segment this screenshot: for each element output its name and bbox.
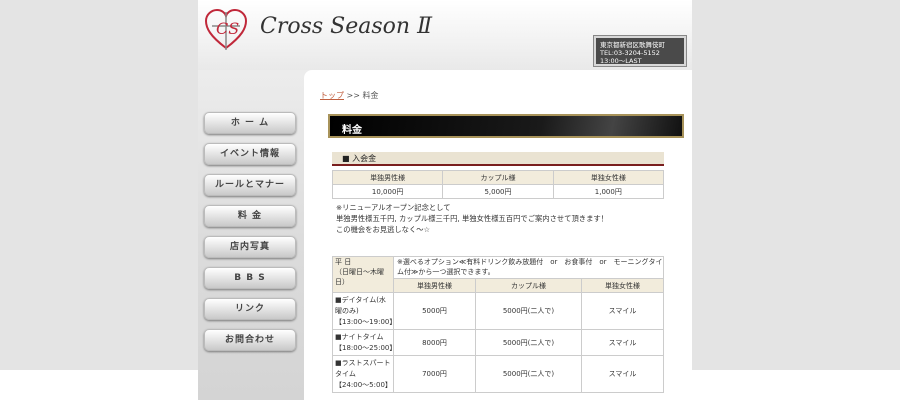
breadcrumb-current: 料金 (362, 91, 379, 100)
contact-address: 東京都新宿区歌舞伎町 (600, 41, 665, 49)
table-row: ■ラストスパート タイム 【24:00～5:00】 7000円 5000円(二人… (332, 355, 665, 393)
col-header-single-male: 単独男性様 (393, 278, 476, 293)
row-label-line: 【18:00～25:00】 (335, 343, 397, 352)
table-cell: 8000円 (393, 329, 476, 356)
table-row: 平 日 （日曜日～木曜 日） ※選べるオプション≪有料ドリンク飲み放題付 or … (332, 256, 664, 293)
site-title[interactable]: Cross Season Ⅱ (260, 14, 432, 39)
admission-heading: ■ 入会金 (332, 152, 664, 166)
row-label-last-spurt: ■ラストスパート タイム 【24:00～5:00】 (332, 355, 394, 393)
col-header-couple: カップル様 (474, 278, 582, 293)
table-cell: 1,000円 (552, 184, 665, 199)
table-cell: スマイル (580, 355, 665, 393)
logo-heart-icon[interactable]: CS (204, 8, 248, 52)
table-header-row: 単独男性様 カップル様 単独女性様 (331, 170, 665, 185)
note-line: この機会をお見逃しなく～☆ (336, 225, 431, 234)
weekday-label-line: 日） (335, 278, 349, 286)
table-cell: スマイル (580, 292, 665, 330)
table-row: ■デイタイム(水 曜のみ) 【13:00～19:00】 5000円 5000円(… (332, 292, 665, 330)
contact-tel: TEL:03-3204-5152 (600, 49, 660, 57)
breadcrumb-separator: >> (344, 91, 363, 100)
row-label-line: ■デイタイム(水 (335, 295, 386, 304)
nav-home-button[interactable]: ホ ー ム (204, 112, 296, 134)
table-cell: 5000円 (393, 292, 476, 330)
col-header-single-female: 単独女性様 (580, 278, 665, 293)
option-note-cell: ※選べるオプション≪有料ドリンク飲み放題付 or お食事付 or モーニングタイ… (393, 256, 664, 279)
logo-letters: CS (216, 19, 239, 38)
col-header-single-male: 単独男性様 (331, 170, 444, 185)
row-label-line: ■ナイトタイム (335, 332, 384, 341)
note-line: 単独男性様五千円, カップル様三千円, 単独女性様五百円でご案内させて頂きます！ (336, 214, 608, 223)
contact-box: 東京都新宿区歌舞伎町 TEL:03-3204-5152 13:00～LAST (594, 36, 686, 66)
contact-hours: 13:00～LAST (600, 57, 642, 65)
weekday-label-line: 平 日 (335, 258, 352, 266)
row-label-line: 【13:00～19:00】 (335, 317, 397, 326)
table-cell: 5000円(二人で) (474, 329, 582, 356)
page-title-bar: 料金 (328, 114, 684, 138)
col-header-couple: カップル様 (442, 170, 554, 185)
table-row: 10,000円 5,000円 1,000円 (331, 184, 665, 199)
table-cell: スマイル (580, 329, 665, 356)
site-container: CS Cross Season Ⅱ 東京都新宿区歌舞伎町 TEL:03-3204… (198, 0, 692, 400)
col-header-single-female: 単独女性様 (552, 170, 665, 185)
table-cell: 7000円 (393, 355, 476, 393)
row-label-line: 曜のみ) (335, 306, 359, 315)
row-label-line: 【24:00～5:00】 (335, 380, 392, 389)
weekday-label-line: （日曜日～木曜 (335, 268, 384, 276)
option-line: ※選べるオプション≪有料ドリンク飲み放題付 or お食事付 or モーニングタイ (397, 258, 663, 266)
weekday-label-cell: 平 日 （日曜日～木曜 日） (332, 256, 394, 293)
nav-event-button[interactable]: イベント情報 (204, 143, 296, 165)
admission-table: 単独男性様 カップル様 単独女性様 10,000円 5,000円 1,000円 (331, 170, 665, 199)
row-label-nighttime: ■ナイトタイム 【18:00～25:00】 (332, 329, 397, 356)
table-row: ■ナイトタイム 【18:00～25:00】 8000円 5000円(二人で) ス… (332, 329, 665, 356)
note-line: ※リニューアルオープン記念として (336, 203, 451, 212)
main-content: トップ >> 料金 料金 ■ 入会金 単独男性様 カップル様 単独女性様 10,… (304, 70, 692, 400)
table-cell: 10,000円 (331, 184, 444, 199)
table-cell: 5000円(二人で) (474, 355, 582, 393)
admission-note: ※リニューアルオープン記念として 単独男性様五千円, カップル様三千円, 単独女… (336, 202, 608, 235)
nav-photos-button[interactable]: 店内写真 (204, 236, 296, 258)
row-label-line: タイム (335, 369, 356, 378)
weekday-price-table: 平 日 （日曜日～木曜 日） ※選べるオプション≪有料ドリンク飲み放題付 or … (332, 256, 665, 393)
nav-rules-button[interactable]: ルールとマナー (204, 174, 296, 196)
row-label-daytime: ■デイタイム(水 曜のみ) 【13:00～19:00】 (332, 292, 397, 330)
page-title: 料金 (342, 125, 362, 136)
table-cell: 5000円(二人で) (474, 292, 582, 330)
nav-price-button[interactable]: 料 金 (204, 205, 296, 227)
nav-bbs-button[interactable]: B B S (204, 267, 296, 289)
breadcrumb: トップ >> 料金 (320, 90, 379, 101)
option-line: ム付≫から一つ選択できます。 (397, 268, 495, 276)
table-cell: 5,000円 (442, 184, 554, 199)
nav-link-button[interactable]: リンク (204, 298, 296, 320)
row-label-line: ■ラストスパート (335, 358, 391, 367)
nav-contact-button[interactable]: お問合わせ (204, 329, 296, 351)
breadcrumb-home-link[interactable]: トップ (320, 91, 344, 100)
